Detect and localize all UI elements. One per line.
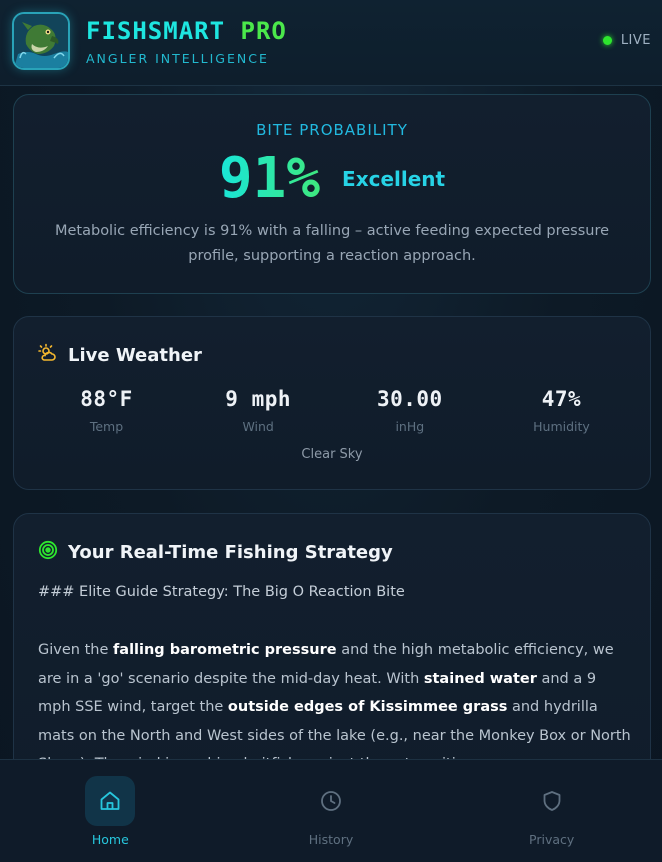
- strategy-card-title: Your Real-Time Fishing Strategy: [68, 542, 393, 563]
- tab-label: Privacy: [529, 832, 575, 847]
- weather-metric-label: inHg: [395, 419, 425, 434]
- bite-probability-value: 91%: [218, 146, 321, 211]
- strategy-highlight: stained water: [423, 670, 537, 687]
- clock-icon[interactable]: [306, 776, 356, 826]
- strategy-highlight: falling barometric pressure: [112, 642, 337, 658]
- weather-card-title: Live Weather: [68, 345, 202, 366]
- live-weather-card: Live Weather 88°F Temp 9 mph Wind 30.00 …: [13, 316, 651, 490]
- weather-metric-pressure: 30.00 inHg: [347, 387, 472, 434]
- strategy-card-header: Your Real-Time Fishing Strategy: [38, 540, 393, 565]
- strategy-body: Given the falling barometric pressure an…: [38, 636, 632, 779]
- weather-metric-value: 47%: [541, 387, 582, 411]
- app-title: FISHSMART PRO: [86, 17, 287, 45]
- bite-rating: Excellent: [342, 167, 446, 191]
- bottom-tab-bar: Home History Privacy: [0, 759, 662, 862]
- shield-icon[interactable]: [527, 776, 577, 826]
- bite-probability-card: BITE PROBABILITY 91% Excellent Metabolic…: [13, 94, 651, 294]
- weather-metric-value: 30.00: [376, 387, 443, 411]
- weather-metric-temp: 88°F Temp: [44, 387, 169, 434]
- weather-metric-value: 88°F: [80, 387, 133, 411]
- app-title-accent: PRO: [240, 17, 287, 45]
- weather-metric-label: Wind: [242, 419, 274, 434]
- weather-metrics: 88°F Temp 9 mph Wind 30.00 inHg 47% Humi…: [44, 387, 624, 434]
- app-subtitle: ANGLER INTELLIGENCE: [86, 51, 269, 66]
- bite-probability-label: BITE PROBABILITY: [256, 121, 408, 139]
- weather-metric-value: 9 mph: [225, 387, 292, 411]
- live-status-label: LIVE: [620, 33, 651, 48]
- tab-home[interactable]: Home: [0, 760, 221, 862]
- sun-cloud-icon: [38, 343, 58, 368]
- weather-condition: Clear Sky: [301, 447, 363, 462]
- live-dot-icon: [602, 36, 612, 45]
- bite-probability-row: 91% Excellent: [14, 147, 650, 211]
- tab-privacy[interactable]: Privacy: [441, 760, 662, 862]
- strategy-highlight: outside edges of Kissimmee grass: [227, 699, 508, 715]
- strategy-text: Given the: [38, 642, 113, 658]
- weather-metric-label: Humidity: [533, 419, 590, 434]
- app-title-main: FISHSMART: [86, 17, 226, 45]
- weather-card-header: Live Weather: [38, 343, 202, 368]
- bite-description: Metabolic efficiency is 91% with a falli…: [54, 223, 610, 264]
- app-header: FISHSMART PRO ANGLER INTELLIGENCE LIVE: [0, 0, 662, 86]
- tab-history[interactable]: History: [221, 760, 442, 862]
- tab-label: Home: [91, 832, 129, 847]
- weather-metric-humidity: 47% Humidity: [499, 387, 624, 434]
- fish-logo-icon: [12, 12, 70, 70]
- strategy-heading: ### Elite Guide Strategy: The Big O Reac…: [38, 584, 405, 600]
- weather-metric-label: Temp: [89, 419, 124, 434]
- target-icon: [38, 540, 58, 565]
- home-icon[interactable]: [85, 776, 136, 826]
- weather-metric-wind: 9 mph Wind: [196, 387, 321, 434]
- tab-label: History: [308, 832, 354, 847]
- live-status: LIVE: [602, 33, 651, 48]
